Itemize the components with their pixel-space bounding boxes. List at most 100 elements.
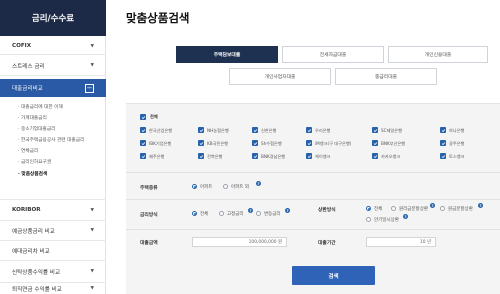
divider (126, 229, 500, 230)
rate-type-all-radio[interactable] (192, 211, 197, 216)
bank-checkbox[interactable] (198, 127, 204, 133)
sidebar-item-label: 예금상품금리 비교 (12, 228, 55, 235)
sidebar: 금리/수수료 COFIX ▼ 스트레스 금리 ▼ 대출금리비교 − · 대출금리… (0, 0, 106, 294)
bank-checkbox[interactable] (252, 153, 258, 159)
bank-checkbox[interactable] (372, 140, 378, 146)
chevron-down-icon: ▼ (90, 63, 94, 68)
sidebar-item-pension-yield[interactable]: 퇴직연금 수익률 비교 ▼ (0, 283, 106, 294)
collateral-non-apartment-radio[interactable] (223, 184, 228, 189)
chevron-down-icon: ▼ (90, 228, 94, 233)
rate-type-fixed-radio[interactable] (219, 211, 224, 216)
rate-type-variable-radio[interactable] (256, 211, 261, 216)
bank-label: BNK부산은행 (381, 141, 406, 146)
bank-checkbox[interactable] (306, 127, 312, 133)
bank-label: 케이뱅크 (315, 154, 331, 159)
bank-checkbox[interactable] (252, 140, 258, 146)
sidebar-item-koribor[interactable]: KORIBOR ▼ (0, 199, 106, 221)
help-icon[interactable]: ? (248, 208, 253, 213)
bank-checkbox[interactable] (440, 127, 446, 133)
bank-label: 전북은행 (207, 154, 223, 159)
tab-mid-rate[interactable]: 중금리대출 (335, 68, 437, 85)
bank-label: KB국민은행 (207, 141, 229, 146)
sidebar-item-label: KORIBOR (12, 207, 41, 213)
bank-label: IBK기업은행 (149, 141, 172, 146)
bank-label: Sh수협은행 (261, 141, 282, 146)
amount-input[interactable]: 100,000,000 원 (192, 237, 287, 247)
all-banks-checkbox[interactable] (140, 114, 146, 120)
help-icon[interactable]: ? (403, 214, 408, 219)
bank-checkbox[interactable] (372, 127, 378, 133)
sidebar-subitem-current[interactable]: · 맞춤상품검색 (18, 171, 47, 177)
period-label: 대출기간 (318, 241, 336, 246)
sidebar-item-loan-rate-compare[interactable]: 대출금리비교 − (0, 79, 106, 97)
bank-label: 토스뱅크 (449, 154, 465, 159)
bank-checkbox[interactable] (440, 140, 446, 146)
all-banks-label: 전체 (150, 114, 158, 119)
radio-label: 만기일시상환 (374, 218, 399, 223)
chevron-down-icon: ▼ (90, 207, 94, 213)
bank-label: 광주은행 (449, 141, 465, 146)
radio-label: 전체 (200, 212, 209, 217)
bank-label: 신한은행 (261, 128, 277, 133)
bank-label: 하나은행 (449, 128, 465, 133)
repay-amortized-radio[interactable] (391, 206, 396, 211)
repay-bullet-radio[interactable] (366, 217, 371, 222)
bank-checkbox[interactable] (140, 153, 146, 159)
chevron-down-icon: ▼ (90, 269, 94, 274)
period-input[interactable]: 10 년 (366, 237, 436, 247)
page-title: 맞춤상품검색 (126, 11, 190, 25)
bank-checkbox[interactable] (140, 140, 146, 146)
tab-business[interactable]: 개인사업자대출 (229, 68, 331, 85)
sidebar-item-spread[interactable]: 예대금리차 비교 (0, 241, 106, 261)
collateral-label: 주택종류 (140, 186, 158, 191)
search-button[interactable]: 검색 (292, 266, 375, 285)
sidebar-item-deposit-rate[interactable]: 예금상품금리 비교 ▼ (0, 221, 106, 241)
bank-checkbox[interactable] (440, 153, 446, 159)
radio-label: 원리금분할상환 (399, 207, 428, 212)
help-icon[interactable]: ? (285, 208, 290, 213)
sidebar-subitem[interactable]: · 한국주택금융공사 관련 대출금리 (18, 137, 84, 143)
sidebar-item-stress-rate[interactable]: 스트레스 금리 ▼ (0, 56, 106, 76)
rate-type-label: 금리방식 (140, 213, 158, 218)
sidebar-subitem[interactable]: · 중소기업대출금리 (18, 126, 55, 132)
collapse-icon[interactable]: − (85, 83, 94, 93)
bank-label: iM뱅크(구 대구은행) (315, 141, 352, 146)
tab-personal-credit[interactable]: 개인신용대출 (388, 46, 488, 63)
radio-label: 전체 (374, 207, 383, 212)
bank-checkbox[interactable] (198, 153, 204, 159)
tab-jeonse[interactable]: 전세자금대출 (282, 46, 384, 63)
bank-checkbox[interactable] (306, 140, 312, 146)
collateral-apartment-radio[interactable] (192, 184, 197, 189)
bank-label: SC제일은행 (381, 128, 402, 133)
main-content: 맞춤상품검색 주택담보대출 전세자금대출 개인신용대출 개인사업자대출 중금리대… (106, 0, 500, 294)
sidebar-subitem[interactable]: · 금리인하요구권 (18, 159, 51, 165)
divider (126, 199, 500, 200)
sidebar-subitem[interactable]: · 가계대출금리 (18, 115, 47, 121)
sidebar-item-label: 스트레스 금리 (12, 63, 45, 70)
chevron-down-icon: ▼ (90, 43, 94, 49)
radio-label: 변동금리 (264, 212, 281, 217)
divider (126, 172, 500, 173)
help-icon[interactable]: ? (430, 203, 435, 208)
chevron-down-icon: ▼ (90, 286, 94, 291)
sidebar-item-cofix[interactable]: COFIX ▼ (0, 38, 106, 55)
bank-label: 한국산업은행 (149, 128, 173, 133)
sidebar-subitem[interactable]: · 연체금리 (18, 148, 38, 154)
repay-principal-radio[interactable] (440, 206, 445, 211)
repay-all-radio[interactable] (366, 206, 371, 211)
bank-checkbox[interactable] (252, 127, 258, 133)
sidebar-title: 금리/수수료 (0, 0, 106, 36)
tab-mortgage[interactable]: 주택담보대출 (176, 46, 278, 63)
bank-checkbox[interactable] (198, 140, 204, 146)
help-icon[interactable]: ? (478, 203, 483, 208)
help-icon[interactable]: ? (256, 181, 261, 186)
radio-label: 아파트 외 (231, 185, 249, 190)
bank-checkbox[interactable] (306, 153, 312, 159)
sidebar-item-trust-yield[interactable]: 신탁상품수익률 비교 ▼ (0, 261, 106, 283)
bank-checkbox[interactable] (372, 153, 378, 159)
bank-label: NH농협은행 (207, 128, 229, 133)
bank-checkbox[interactable] (140, 127, 146, 133)
bank-label: BNK경남은행 (261, 154, 286, 159)
sidebar-item-label: 신탁상품수익률 비교 (12, 269, 61, 276)
sidebar-subitem[interactable]: · 대출금리에 대한 이해 (18, 104, 63, 110)
